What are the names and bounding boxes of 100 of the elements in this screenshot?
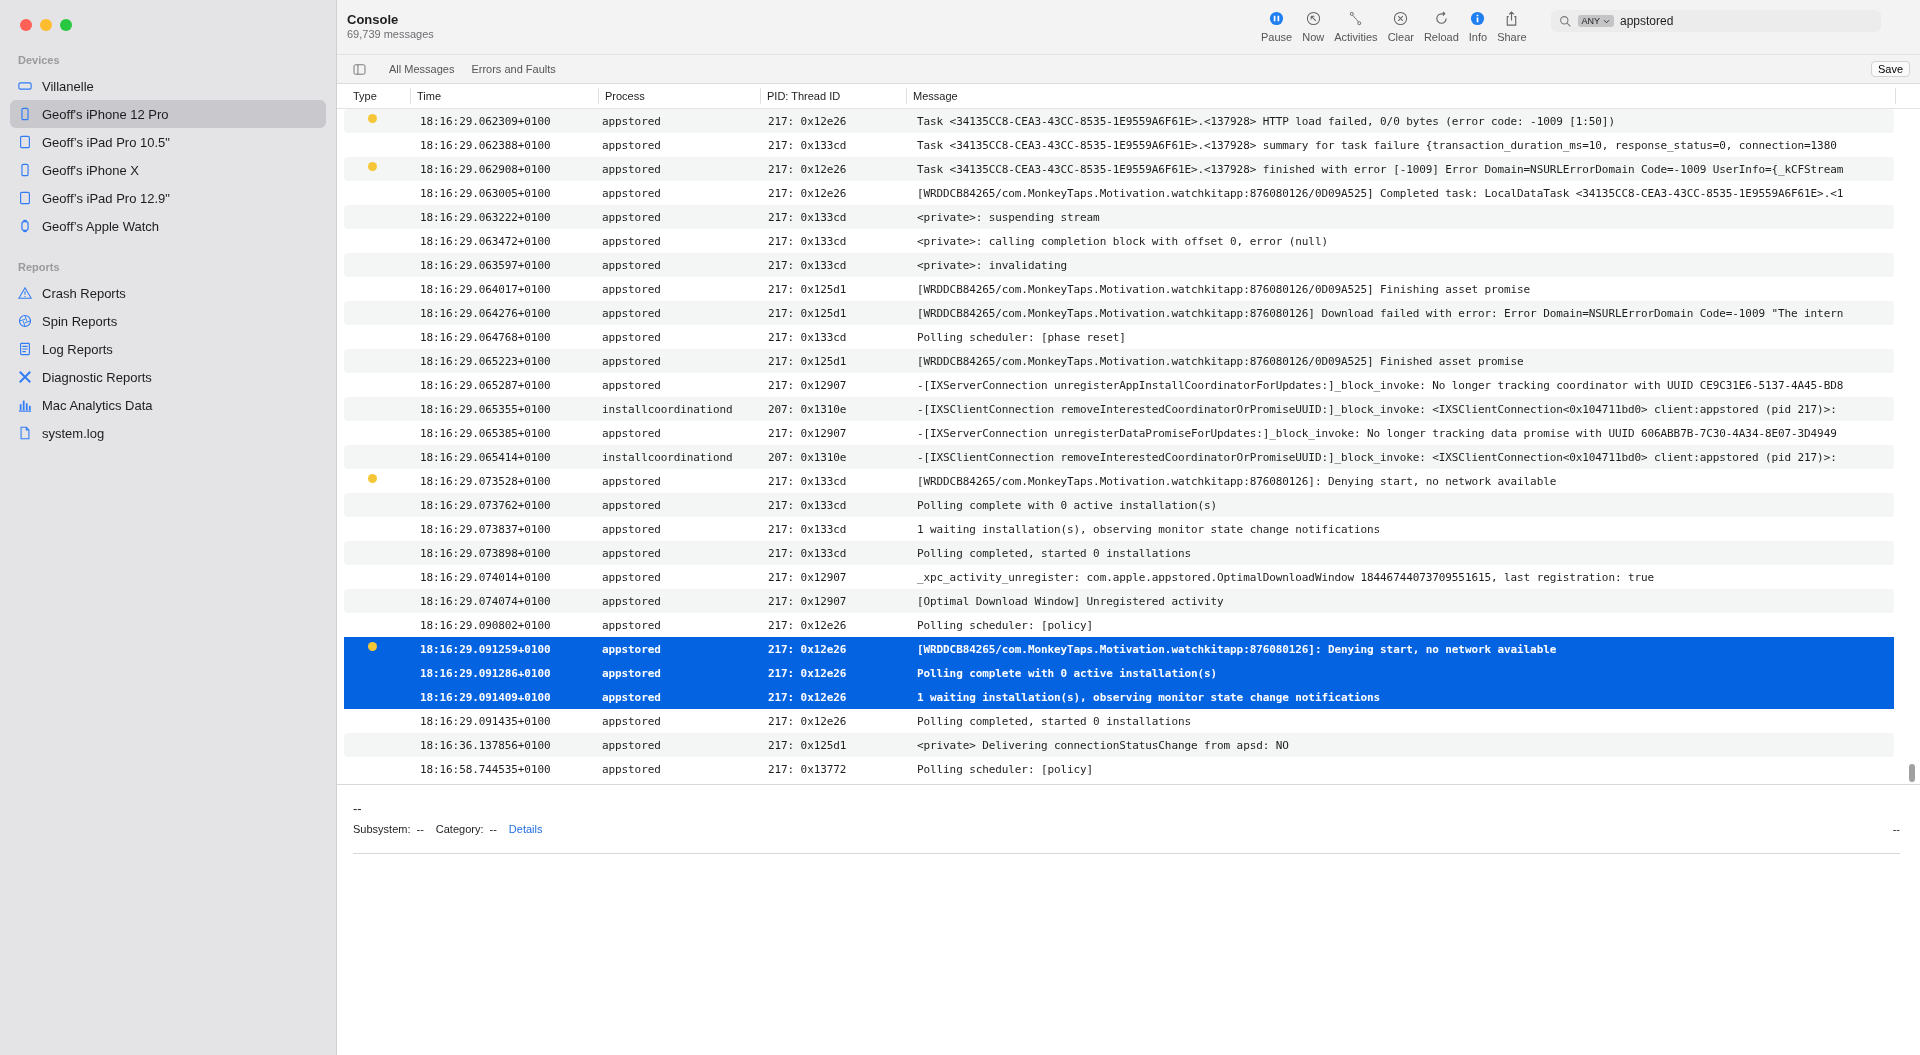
table-cell-text: 217: 0x133cd xyxy=(767,138,848,152)
subsystem-label: Subsystem: xyxy=(353,823,411,835)
column-header[interactable]: Type xyxy=(347,88,411,104)
table-cell-text: Polling complete with 0 active installation(s) xyxy=(916,666,1219,680)
log-row[interactable]: 18:16:29.065414+0100 installcoordinationd 207: 0x1310e -[IXSClientConnection removeInterestedCoordinatorOrPromiseUUID:]_block_invoke: <IXSClientConnection<0x104711bd0> client:appstored (pid 217)>: xyxy=(344,445,1894,469)
table-cell-text: 217: 0x125d1 xyxy=(767,738,848,752)
column-header[interactable]: Time xyxy=(411,88,599,104)
log-row[interactable]: 18:16:29.062309+0100 appstored 217: 0x12e26 Task <34135CC8-CEA3-43CC-8535-1E9559A6F61E>.<137928> HTTP load failed, 0/0 bytes (error code: -1009 [1:50]) xyxy=(344,109,1894,133)
filter-tab[interactable]: All Messages xyxy=(389,63,455,75)
log-row[interactable]: 18:16:29.062388+0100 appstored 217: 0x133cd Task <34135CC8-CEA3-43CC-8535-1E9559A6F61E>.<137928> summary for task failure {transaction_duration_ms=10, response_status=0, connection=1380 xyxy=(344,133,1894,157)
sidebar-item[interactable]: Diagnostic Reports xyxy=(10,363,326,391)
table-cell-text: 18:16:29.073898+0100 xyxy=(419,546,552,560)
log-row[interactable]: 18:16:29.063597+0100 appstored 217: 0x133cd <private>: invalidating xyxy=(344,253,1894,277)
sidebar-item[interactable]: Crash Reports xyxy=(10,279,326,307)
log-row[interactable]: 18:16:29.091286+0100 appstored 217: 0x12e26 Polling complete with 0 active installation(s) xyxy=(344,661,1894,685)
log-row[interactable]: 18:16:29.074014+0100 appstored 217: 0x12907 _xpc_activity_unregister: com.apple.appstored.OptimalDownloadWindow 18446744073709551615, last registration: true xyxy=(344,565,1894,589)
table-cell-text: Polling scheduler: [policy] xyxy=(916,762,1095,776)
minimize-icon[interactable] xyxy=(40,19,52,31)
table-cell-text: 18:16:36.137856+0100 xyxy=(419,738,552,752)
column-header[interactable]: PID: Thread ID xyxy=(761,88,907,104)
toolbar-button[interactable]: Info xyxy=(1466,11,1490,43)
table-cell-text: 18:16:29.074014+0100 xyxy=(419,570,552,584)
details-link[interactable]: Details xyxy=(508,823,543,835)
close-icon[interactable] xyxy=(20,19,32,31)
log-row[interactable]: 18:16:29.062908+0100 appstored 217: 0x12e26 Task <34135CC8-CEA3-43CC-8535-1E9559A6F61E>.<137928> finished with error [-1009] Error Domain=NSURLErrorDomain Code=-1009 UserInfo={_kCFStream xyxy=(344,157,1894,181)
toolbar-button[interactable]: Now xyxy=(1300,11,1327,43)
filter-tab[interactable]: Errors and Faults xyxy=(471,63,556,75)
table-cell-text: appstored xyxy=(601,282,662,296)
scrollbar-thumb[interactable] xyxy=(1909,764,1915,782)
log-row[interactable]: 18:16:58.744535+0100 appstored 217: 0x13772 Polling scheduler: [policy] xyxy=(344,757,1894,781)
log-row[interactable]: 18:16:29.065223+0100 appstored 217: 0x125d1 [WRDDCB84265/com.MonkeyTaps.Motivation.watchkitapp:876080126/0D09A525] Finished asset promise xyxy=(344,349,1894,373)
zoom-icon[interactable] xyxy=(60,19,72,31)
chevron-down-icon xyxy=(1603,18,1610,24)
table-cell-text: appstored xyxy=(601,186,662,200)
scope-dropdown[interactable]: ANY xyxy=(1577,15,1614,27)
table-cell-text: 217: 0x13772 xyxy=(767,762,848,776)
save-button[interactable]: Save xyxy=(1870,61,1910,77)
log-row[interactable]: 18:16:29.090802+0100 appstored 217: 0x12e26 Polling scheduler: [policy] xyxy=(344,613,1894,637)
log-row[interactable]: 18:16:29.073837+0100 appstored 217: 0x133cd 1 waiting installation(s), observing monitor state change notifications xyxy=(344,517,1894,541)
log-row[interactable]: 18:16:36.137856+0100 appstored 217: 0x125d1 <private> Delivering connectionStatusChange from apsd: NO xyxy=(344,733,1894,757)
table-cell-text: 18:16:29.064276+0100 xyxy=(419,306,552,320)
log-row[interactable]: 18:16:29.073528+0100 appstored 217: 0x133cd [WRDDCB84265/com.MonkeyTaps.Motivation.watchkitapp:876080126]: Denying start, no network available xyxy=(344,469,1894,493)
column-header[interactable]: Message xyxy=(907,88,1896,104)
sidebar-item[interactable]: Mac Analytics Data xyxy=(10,391,326,419)
table-cell-text: 217: 0x12e26 xyxy=(767,186,848,200)
sidebar-item[interactable]: Villanelle xyxy=(10,72,326,100)
sidebar-item[interactable]: Geoff’s iPad Pro 10.5" xyxy=(10,128,326,156)
table-cell-text: 217: 0x12e26 xyxy=(767,642,848,656)
table-cell-text: 18:16:29.091259+0100 xyxy=(419,642,552,656)
sidebar-item[interactable]: Geoff’s iPad Pro 12.9" xyxy=(10,184,326,212)
sidebar-item[interactable]: system.log xyxy=(10,419,326,447)
log-row[interactable]: 18:16:29.065355+0100 installcoordinationd 207: 0x1310e -[IXSClientConnection removeInterestedCoordinatorOrPromiseUUID:]_block_invoke: <IXSClientConnection<0x104711bd0> client:appstored (pid 217)>: xyxy=(344,397,1894,421)
table-cell-text: appstored xyxy=(601,714,662,728)
table-cell-text: appstored xyxy=(601,570,662,584)
log-row[interactable]: 18:16:29.063222+0100 appstored 217: 0x133cd <private>: suspending stream xyxy=(344,205,1894,229)
table-cell-text: 217: 0x133cd xyxy=(767,234,848,248)
table-cell-text: appstored xyxy=(601,546,662,560)
sidebar-item[interactable]: Spin Reports xyxy=(10,307,326,335)
log-row[interactable]: 18:16:29.064276+0100 appstored 217: 0x125d1 [WRDDCB84265/com.MonkeyTaps.Motivation.watchkitapp:876080126] Download failed with error: Error Domain=NSURLErrorDomain Code=-1009 "The intern xyxy=(344,301,1894,325)
table-cell-text: 1 waiting installation(s), observing monitor state change notifications xyxy=(916,690,1382,704)
log-row[interactable]: 18:16:29.073762+0100 appstored 217: 0x133cd Polling complete with 0 active installation(s) xyxy=(344,493,1894,517)
table-cell-text: appstored xyxy=(601,114,662,128)
log-row[interactable]: 18:16:29.064017+0100 appstored 217: 0x125d1 [WRDDCB84265/com.MonkeyTaps.Motivation.watchkitapp:876080126/0D09A525] Finishing asset promise xyxy=(344,277,1894,301)
message-count: 69,739 messages xyxy=(347,28,435,40)
table-cell-text: <private>: invalidating xyxy=(916,258,1069,272)
table-cell-text: appstored xyxy=(601,522,662,536)
log-row[interactable]: 18:16:29.065287+0100 appstored 217: 0x12907 -[IXServerConnection unregisterAppInstallCoordinatorForUpdates:]_block_invoke: No longer tracking coordinator with UUID CE9C31E6-5137-4A45-BD8 xyxy=(344,373,1894,397)
sidebar-item[interactable]: Geoff's iPhone 12 Pro xyxy=(10,100,326,128)
log-row[interactable]: 18:16:29.063472+0100 appstored 217: 0x133cd <private>: calling completion block with offset 0, error (null) xyxy=(344,229,1894,253)
column-header[interactable]: Process xyxy=(599,88,761,104)
log-row[interactable]: 18:16:29.074074+0100 appstored 217: 0x12907 [Optimal Download Window] Unregistered activity xyxy=(344,589,1894,613)
table-cell-text: [WRDDCB84265/com.MonkeyTaps.Motivation.watchkitapp:876080126/0D09A525] Finishing asset promise xyxy=(916,282,1532,296)
toolbar-button[interactable]: Activities xyxy=(1332,11,1380,43)
sidebar-item[interactable]: Geoff's iPhone X xyxy=(10,156,326,184)
log-row[interactable]: 18:16:29.063005+0100 appstored 217: 0x12e26 [WRDDCB84265/com.MonkeyTaps.Motivation.watchkitapp:876080126/0D09A525] Completed task: LocalDataTask <34135CC8-CEA3-43CC-8535-1E9559A6F61E>.<1 xyxy=(344,181,1894,205)
sidebar-toggle-icon[interactable] xyxy=(353,63,366,75)
table-cell-text: 217: 0x12e26 xyxy=(767,666,848,680)
sidebar-item[interactable]: Log Reports xyxy=(10,335,326,363)
sidebar-item[interactable]: Geoff’s Apple Watch xyxy=(10,212,326,240)
table-cell-text: -[IXServerConnection unregisterDataPromiseForUpdates:]_block_invoke: No longer tracking data promise with UUID 606ABB7B-7C30-4A34-8E07-3D4949 xyxy=(916,426,1838,440)
toolbar-button[interactable]: Clear xyxy=(1385,11,1416,43)
table-cell-text: 217: 0x125d1 xyxy=(767,306,848,320)
toolbar-button[interactable]: Pause xyxy=(1259,11,1295,43)
table-cell-text: appstored xyxy=(601,594,662,608)
table-cell-text: Polling scheduler: [policy] xyxy=(916,618,1095,632)
log-row[interactable]: 18:16:29.073898+0100 appstored 217: 0x133cd Polling completed, started 0 installations xyxy=(344,541,1894,565)
log-row[interactable]: 18:16:29.091259+0100 appstored 217: 0x12e26 [WRDDCB84265/com.MonkeyTaps.Motivation.watchkitapp:876080126]: Denying start, no network available xyxy=(344,637,1894,661)
table-cell-text: installcoordinationd xyxy=(601,450,734,464)
toolbar-button[interactable]: Reload xyxy=(1421,11,1461,43)
toolbar-button[interactable]: Share xyxy=(1495,11,1529,43)
table-cell-text: [WRDDCB84265/com.MonkeyTaps.Motivation.watchkitapp:876080126/0D09A525] Completed task: LocalDataTask <34135CC8-CEA3-43CC-8535-1E9559A6F61E>.<1 xyxy=(916,186,1845,200)
log-row[interactable]: 18:16:29.091435+0100 appstored 217: 0x12e26 Polling completed, started 0 installations xyxy=(344,709,1894,733)
log-row[interactable]: 18:16:29.091409+0100 appstored 217: 0x12e26 1 waiting installation(s), observing monitor state change notifications xyxy=(344,685,1894,709)
log-row[interactable]: 18:16:29.065385+0100 appstored 217: 0x12907 -[IXServerConnection unregisterDataPromiseForUpdates:]_block_invoke: No longer tracking data promise with UUID 606ABB7B-7C30-4A34-8E07-3D4949 xyxy=(344,421,1894,445)
table-cell-text: 18:16:29.073762+0100 xyxy=(419,498,552,512)
search-field[interactable]: ANY appstored xyxy=(1550,10,1881,32)
log-row[interactable]: 18:16:29.064768+0100 appstored 217: 0x133cd Polling scheduler: [phase reset] xyxy=(344,325,1894,349)
table-cell-text: 217: 0x12907 xyxy=(767,426,848,440)
table-cell-text: 18:16:29.090802+0100 xyxy=(419,618,552,632)
table-cell-text: 18:16:29.064017+0100 xyxy=(419,282,552,296)
